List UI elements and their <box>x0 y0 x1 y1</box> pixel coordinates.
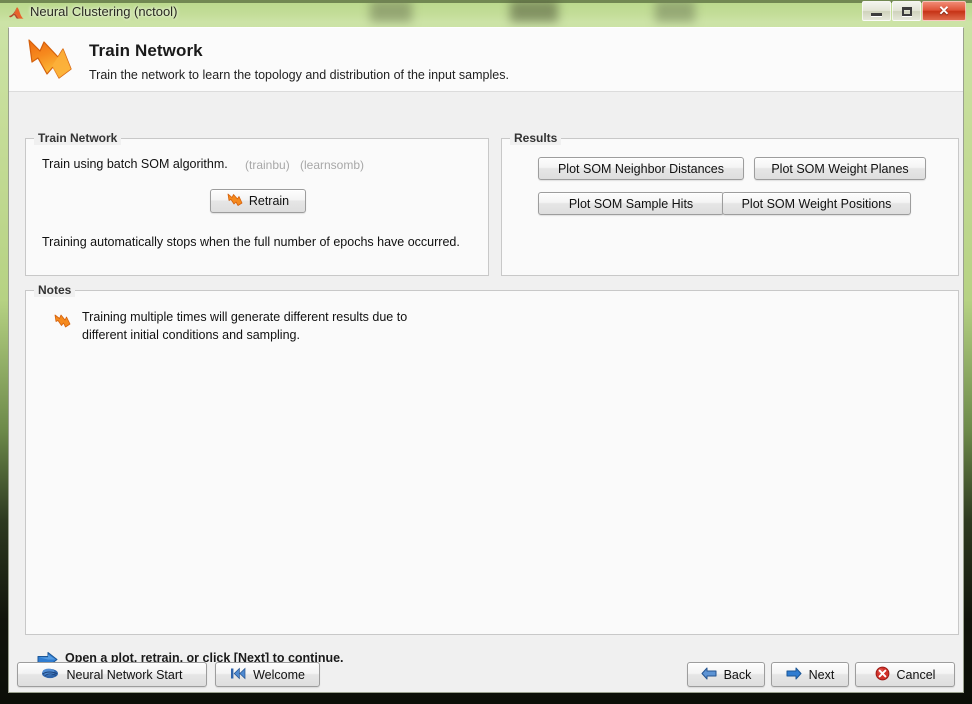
blue-right-arrow-icon <box>786 667 802 683</box>
blue-brain-icon <box>41 666 59 683</box>
back-button[interactable]: Back <box>687 662 765 687</box>
red-error-icon <box>875 666 890 684</box>
plot-som-weight-positions-label: Plot SOM Weight Positions <box>741 196 892 211</box>
next-label: Next <box>808 667 835 682</box>
skip-back-icon <box>230 667 246 683</box>
notes-panel-body: Training multiple times will generate di… <box>26 291 958 634</box>
plot-som-weight-planes-button[interactable]: Plot SOM Weight Planes <box>754 157 926 180</box>
page-title: Train Network <box>89 41 203 60</box>
plot-som-neighbor-distances-button[interactable]: Plot SOM Neighbor Distances <box>538 157 744 180</box>
notes-text: Training multiple times will generate di… <box>82 310 408 342</box>
neural-network-start-button[interactable]: Neural Network Start <box>17 662 207 687</box>
window-title: Neural Clustering (nctool) <box>30 4 178 19</box>
page-header: Train Network Train the network to learn… <box>9 28 963 92</box>
maximize-button[interactable] <box>892 1 921 21</box>
plot-som-weight-positions-button[interactable]: Plot SOM Weight Positions <box>722 192 911 215</box>
welcome-button[interactable]: Welcome <box>215 662 320 687</box>
plot-som-sample-hits-label: Plot SOM Sample Hits <box>568 196 694 211</box>
cancel-label: Cancel <box>896 667 936 682</box>
neural-network-start-label: Neural Network Start <box>66 667 183 682</box>
train-function-trainbu: (trainbu) <box>245 158 290 172</box>
welcome-label: Welcome <box>253 667 305 682</box>
dialog-client-area: Train Network Train the network to learn… <box>8 27 964 693</box>
plot-som-weight-planes-label: Plot SOM Weight Planes <box>771 161 909 176</box>
minimize-button[interactable] <box>862 1 891 21</box>
plot-som-sample-hits-button[interactable]: Plot SOM Sample Hits <box>538 192 724 215</box>
blue-left-arrow-icon <box>701 667 717 683</box>
close-icon: ✕ <box>938 3 950 18</box>
close-button[interactable]: ✕ <box>922 1 966 21</box>
window-frame: Neural Clustering (nctool) ✕ Train Netwo… <box>0 0 972 704</box>
orange-lightning-arrow-icon <box>25 35 77 83</box>
retrain-button[interactable]: Retrain <box>210 189 306 213</box>
retrain-button-label: Retrain <box>248 194 290 208</box>
matlab-membrane-icon <box>8 5 25 22</box>
train-function-learnsomb: (learnsomb) <box>300 158 365 172</box>
minimize-icon <box>863 2 890 20</box>
title-bar[interactable]: Neural Clustering (nctool) ✕ <box>0 0 972 27</box>
train-description: Train using batch SOM algorithm. <box>42 157 228 171</box>
train-stop-note: Training automatically stops when the fu… <box>42 235 460 249</box>
page-subtitle: Train the network to learn the topology … <box>89 68 509 82</box>
orange-lightning-arrow-icon <box>227 192 243 210</box>
next-button[interactable]: Next <box>771 662 849 687</box>
cancel-button[interactable]: Cancel <box>855 662 955 687</box>
maximize-icon <box>893 2 920 20</box>
orange-lightning-arrow-icon <box>54 312 72 330</box>
results-panel-legend: Results <box>510 131 562 145</box>
plot-som-neighbor-distances-label: Plot SOM Neighbor Distances <box>557 161 725 176</box>
back-label: Back <box>723 667 752 682</box>
notes-panel: Notes Training multiple times will gener… <box>25 283 959 635</box>
